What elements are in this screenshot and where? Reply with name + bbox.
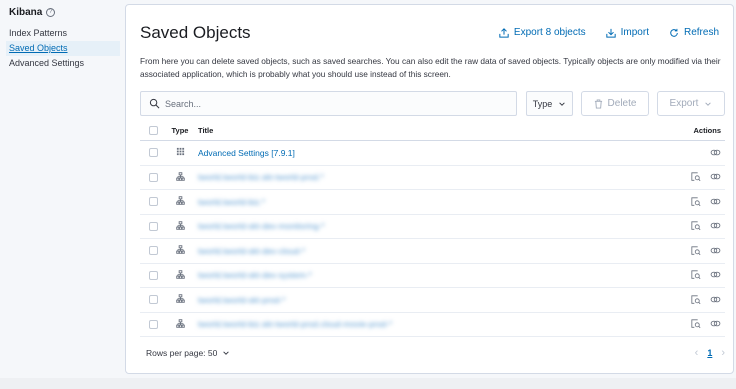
export-icon [499,27,509,38]
import-icon [605,28,616,38]
app-title-text: Kibana [9,7,43,18]
table-header: Type Title Actions [140,121,725,141]
rows-per-page-label: Rows per page: 50 [146,348,218,358]
header-actions: Export 8 objects Import Refresh [499,27,719,38]
type-filter-label: Type [532,98,553,109]
row-title-link[interactable]: tworld.tworld-skt-prod-* [198,295,285,305]
table-body: Advanced Settings [7.9.1] tworld.tworld-b… [140,141,725,337]
relationships-icon[interactable] [710,270,721,280]
index-pattern-icon [175,172,185,183]
page-number-button[interactable]: 1 [707,348,712,358]
row-title-link[interactable]: tworld.tworld-biz.skt-tworld-prod.* [198,172,324,182]
refresh-button[interactable]: Refresh [669,27,719,38]
trash-icon [594,99,602,108]
row-title-link[interactable]: Advanced Settings [7.9.1] [198,148,295,158]
relationships-icon[interactable] [710,246,721,256]
saved-objects-panel: Saved Objects Export 8 objects Import Re… [125,4,734,374]
inspect-icon[interactable] [691,295,701,305]
inspect-icon[interactable] [691,270,701,280]
row-checkbox[interactable] [148,197,158,207]
inspect-icon[interactable] [691,172,701,182]
delete-button[interactable]: Delete [581,91,649,116]
export-all-button[interactable]: Export 8 objects [499,27,586,38]
table-row: tworld.tworld-skt-dev-cloud-* [140,239,725,264]
relationships-icon[interactable] [710,197,721,207]
row-checkbox[interactable] [148,148,158,158]
row-title-link[interactable]: tworld.tworld-skt-dev-monitoring-* [198,221,325,231]
pagination: ‹ 1 › [695,347,725,359]
table-row: tworld.tworld-biz.skt-tworld-prod.* [140,166,725,190]
previous-page-icon[interactable]: ‹ [695,347,699,359]
side-nav: Index Patterns Saved Objects Advanced Se… [6,26,120,71]
row-checkbox[interactable] [148,221,158,231]
refresh-label: Refresh [683,27,719,38]
table-row: tworld.tworld-biz.* [140,190,725,215]
delete-label: Delete [607,98,637,109]
inspect-icon[interactable] [691,221,701,231]
inspect-icon[interactable] [691,197,701,207]
bottom-strip [0,378,736,389]
table-row: tworld.tworld-skt-dev-monitoring-* [140,215,725,239]
row-checkbox[interactable] [148,270,158,280]
index-pattern-icon [175,245,185,256]
page-title: Saved Objects [140,23,251,42]
search-icon [149,98,160,109]
row-title-link[interactable]: tworld.tworld-skt-dev-system-* [198,270,312,280]
row-title-link[interactable]: tworld.tworld-biz.* [198,197,265,207]
relationships-icon[interactable] [710,148,721,158]
rows-per-page-selector[interactable]: Rows per page: 50 [146,348,230,358]
row-title-link[interactable]: tworld.tworld-biz.skt-tworld-prod.cloud-… [198,319,392,329]
index-pattern-icon [175,270,185,281]
sidebar-item-advanced-settings[interactable]: Advanced Settings [6,56,120,71]
type-filter-dropdown[interactable]: Type [526,91,573,116]
column-header-title[interactable]: Title [194,126,679,135]
search-box [140,91,517,116]
table-row: Advanced Settings [7.9.1] [140,141,725,166]
index-pattern-icon [175,319,185,330]
page-description: From here you can delete saved objects, … [140,56,721,79]
row-checkbox[interactable] [148,172,158,182]
row-checkbox[interactable] [148,246,158,256]
column-header-type[interactable]: Type [166,126,194,135]
import-button[interactable]: Import [605,27,649,38]
saved-objects-table: Type Title Actions Advanced Settings [7.… [140,121,725,337]
sidebar: Kibana ? Index Patterns Saved Objects Ad… [0,0,124,389]
relationships-icon[interactable] [710,172,721,182]
settings-grid-icon [176,147,185,158]
app-title: Kibana ? [9,7,56,18]
index-pattern-icon [175,294,185,305]
chevron-down-icon [223,351,230,355]
chevron-down-icon [559,101,565,106]
export-all-label: Export 8 objects [513,27,586,38]
relationships-icon[interactable] [710,221,721,231]
column-header-actions: Actions [693,126,721,135]
next-page-icon[interactable]: › [721,347,725,359]
export-selected-label: Export [669,98,699,109]
select-all-checkbox[interactable] [148,126,158,135]
relationships-icon[interactable] [710,319,721,329]
sidebar-item-index-patterns[interactable]: Index Patterns [6,26,120,41]
relationships-icon[interactable] [710,295,721,305]
index-pattern-icon [175,196,185,207]
help-icon[interactable]: ? [46,8,56,17]
chevron-down-icon [705,101,712,106]
table-row: tworld.tworld-skt-dev-system-* [140,264,725,288]
export-selected-button[interactable]: Export [657,91,725,116]
refresh-icon [670,28,678,37]
search-input[interactable] [165,98,505,109]
inspect-icon[interactable] [691,319,701,329]
import-label: Import [620,27,649,38]
inspect-icon[interactable] [691,246,701,256]
row-checkbox[interactable] [148,319,158,329]
table-row: tworld.tworld-skt-prod-* [140,288,725,313]
table-row: tworld.tworld-biz.skt-tworld-prod.cloud-… [140,313,725,337]
row-title-link[interactable]: tworld.tworld-skt-dev-cloud-* [198,246,305,256]
row-checkbox[interactable] [148,295,158,305]
sidebar-item-saved-objects[interactable]: Saved Objects [6,41,120,56]
index-pattern-icon [175,221,185,232]
